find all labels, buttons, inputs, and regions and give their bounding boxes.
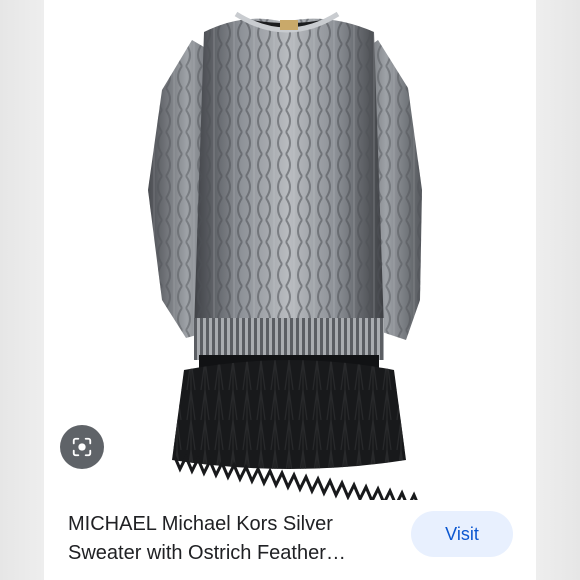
google-lens-icon — [72, 437, 92, 457]
result-title-line-2: Sweater with Ostrich Feather… — [68, 542, 346, 564]
right-blur-edge — [536, 0, 580, 580]
google-lens-button[interactable] — [60, 425, 104, 469]
result-title[interactable]: MICHAEL Michael Kors Silver Sweater with… — [68, 510, 388, 568]
search-result-card[interactable]: MICHAEL Michael Kors Silver Sweater with… — [44, 0, 536, 580]
left-blur-edge — [0, 0, 44, 580]
result-title-line-1: MICHAEL Michael Kors Silver — [68, 513, 333, 535]
screenshot-frame: MICHAEL Michael Kors Silver Sweater with… — [0, 0, 580, 580]
visit-button[interactable]: Visit — [411, 511, 513, 557]
product-image[interactable] — [44, 0, 536, 500]
